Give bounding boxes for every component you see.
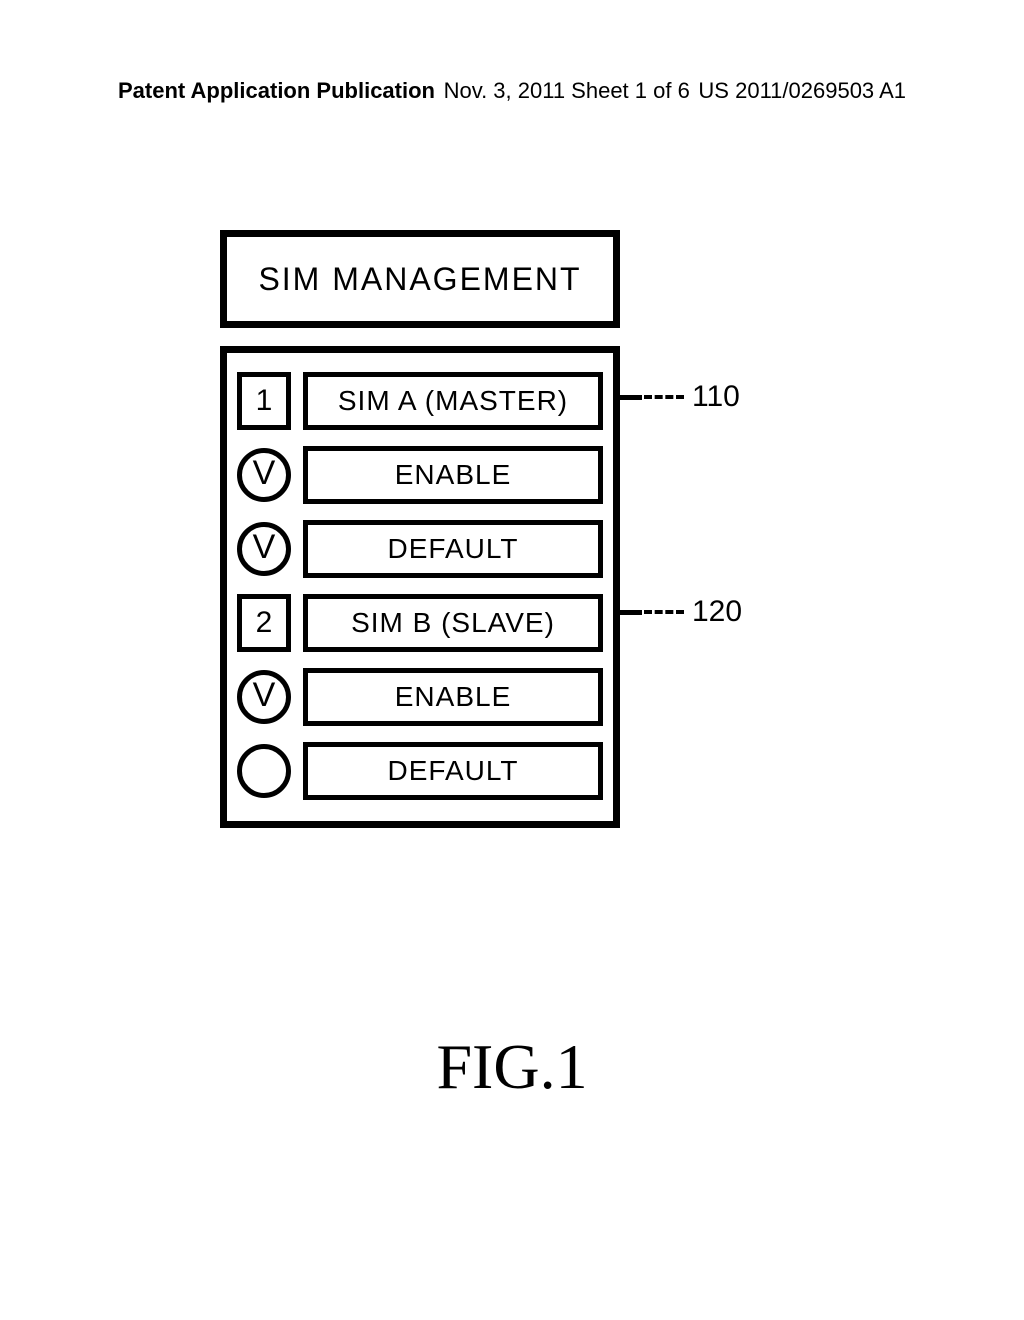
page-header: Patent Application Publication Nov. 3, 2… <box>0 78 1024 104</box>
row-sim-b-enable: V ENABLE <box>237 663 603 731</box>
sim-b-enable-label: ENABLE <box>395 681 512 713</box>
sim-b-label: SIM B (SLAVE) <box>351 607 555 639</box>
row-sim-a-enable: V ENABLE <box>237 441 603 509</box>
row-sim-b-header: 2 SIM B (SLAVE) <box>237 589 603 657</box>
callout-110-text: 110 <box>692 380 740 414</box>
checkmark-icon: V <box>253 530 276 564</box>
sim-a-number-box: 1 <box>237 372 291 430</box>
row-sim-a-default: V DEFAULT <box>237 515 603 583</box>
sim-a-number: 1 <box>256 384 273 418</box>
figure-1-area: SIM MANAGEMENT 1 SIM A (MASTER) V ENABLE… <box>220 230 820 828</box>
sim-management-title: SIM MANAGEMENT <box>258 261 581 298</box>
sim-a-enable-check-icon[interactable]: V <box>237 448 291 502</box>
sim-b-default-empty-icon[interactable] <box>237 744 291 798</box>
sim-a-default-label: DEFAULT <box>388 533 519 565</box>
sim-a-label: SIM A (MASTER) <box>338 385 568 417</box>
checkmark-icon: V <box>253 456 276 490</box>
callout-120-text: 120 <box>692 595 742 629</box>
sim-b-default-label: DEFAULT <box>388 755 519 787</box>
row-sim-b-default: DEFAULT <box>237 737 603 805</box>
sim-b-number-box: 2 <box>237 594 291 652</box>
sim-a-default-check-icon[interactable]: V <box>237 522 291 576</box>
callout-dash-icon <box>644 610 684 614</box>
callout-dash-icon <box>644 395 684 399</box>
sim-management-title-box: SIM MANAGEMENT <box>220 230 620 328</box>
callout-120: 120 <box>618 595 742 629</box>
sim-a-default-label-box: DEFAULT <box>303 520 603 578</box>
header-publication: Patent Application Publication <box>118 78 435 104</box>
header-pub-number: US 2011/0269503 A1 <box>698 78 906 104</box>
sim-a-enable-label: ENABLE <box>395 459 512 491</box>
sim-b-number: 2 <box>256 606 273 640</box>
sim-b-default-label-box: DEFAULT <box>303 742 603 800</box>
header-date-sheet: Nov. 3, 2011 Sheet 1 of 6 <box>444 78 690 104</box>
row-sim-a-header: 1 SIM A (MASTER) <box>237 367 603 435</box>
sim-b-label-box: SIM B (SLAVE) <box>303 594 603 652</box>
sim-b-enable-check-icon[interactable]: V <box>237 670 291 724</box>
callout-110: 110 <box>618 380 740 414</box>
figure-label: FIG.1 <box>0 1030 1024 1104</box>
sim-a-label-box: SIM A (MASTER) <box>303 372 603 430</box>
checkmark-icon: V <box>253 678 276 712</box>
callout-lead-icon <box>618 395 642 400</box>
sim-b-enable-label-box: ENABLE <box>303 668 603 726</box>
sim-panel: 1 SIM A (MASTER) V ENABLE V DEFAULT <box>220 346 620 828</box>
figure-label-text: FIG.1 <box>436 1031 587 1102</box>
sim-a-enable-label-box: ENABLE <box>303 446 603 504</box>
callout-lead-icon <box>618 610 642 615</box>
